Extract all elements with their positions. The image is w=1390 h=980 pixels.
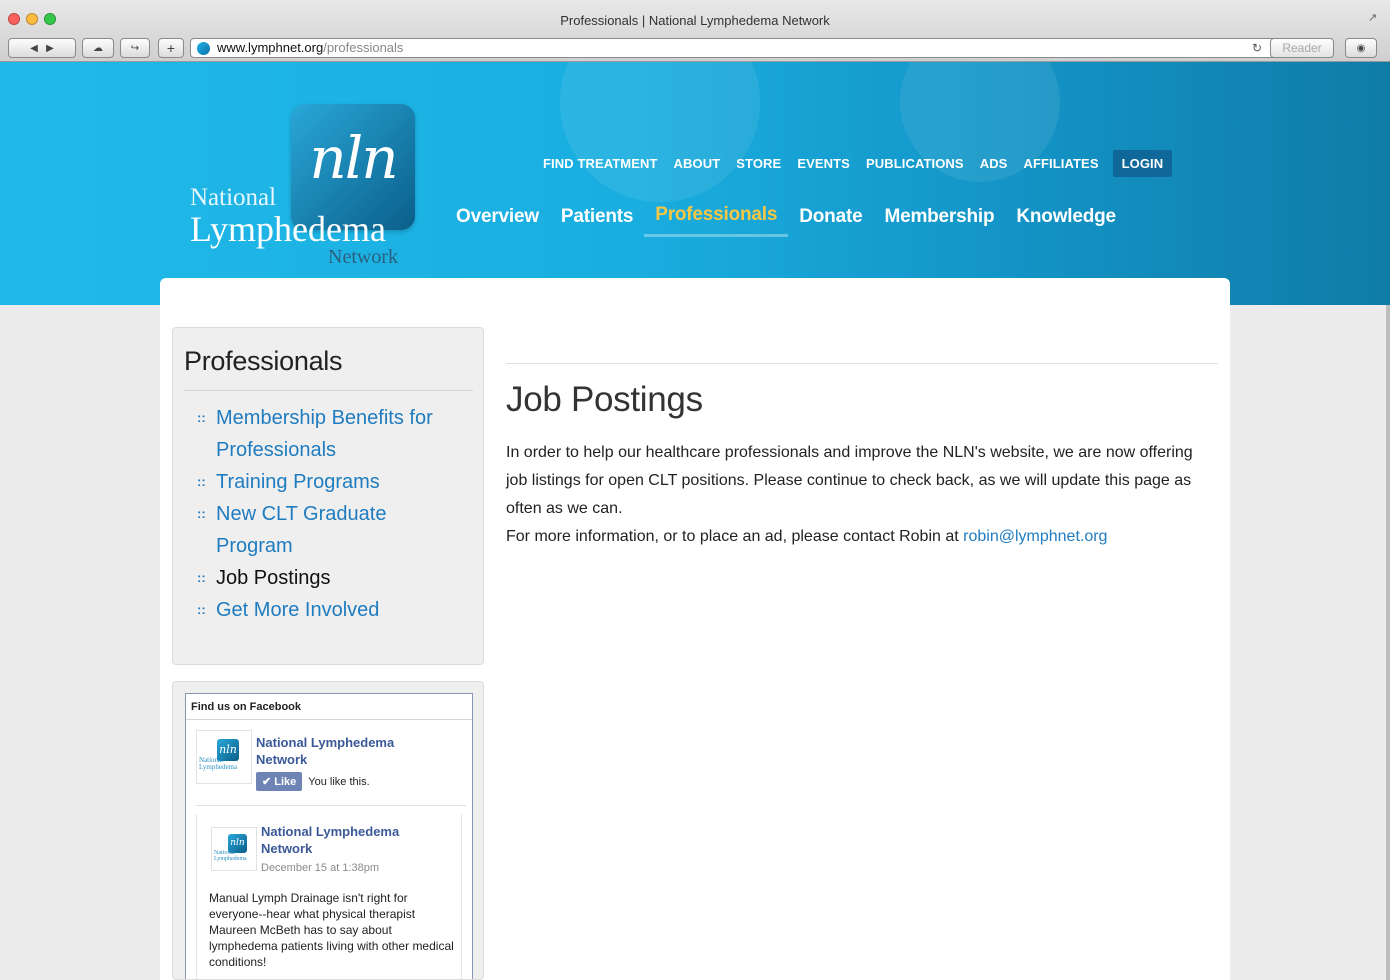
icloud-tabs-button[interactable]: ☁ bbox=[82, 38, 114, 58]
fullscreen-icon[interactable]: ↗ bbox=[1368, 11, 1382, 25]
sidebar-link[interactable]: Get More Involved bbox=[216, 599, 379, 621]
favicon-icon bbox=[197, 42, 210, 55]
back-arrow-icon[interactable]: ◀ bbox=[30, 43, 38, 54]
nav-professionals[interactable]: Professionals bbox=[644, 200, 789, 237]
nav-ads[interactable]: ADS bbox=[972, 150, 1016, 177]
thumbnail-logo-text: National Lymphedema bbox=[199, 756, 238, 771]
reader-button[interactable]: Reader bbox=[1270, 38, 1334, 58]
share-icon: ↪ bbox=[130, 42, 140, 54]
browser-toolbar: ◀ ▶ ☁ ↪ + www.lymphnet.org/professionals… bbox=[0, 36, 1390, 60]
main-nav: Overview Patients Professionals Donate M… bbox=[445, 200, 1127, 237]
main-content: Job Postings In order to help our health… bbox=[506, 363, 1218, 551]
facebook-heading: Find us on Facebook bbox=[186, 694, 472, 720]
sidebar-item-new-clt-graduate[interactable]: :: New CLT Graduate Program bbox=[197, 498, 457, 562]
sidebar-divider bbox=[184, 390, 473, 391]
logo-text-lymphedema: Lymphedema bbox=[190, 209, 386, 249]
back-forward-buttons[interactable]: ◀ ▶ bbox=[8, 38, 76, 58]
header-decoration bbox=[560, 62, 760, 202]
plus-icon: + bbox=[166, 40, 176, 56]
facebook-page-summary: nln National Lymphedema National Lymphede… bbox=[196, 730, 462, 800]
like-status: You like this. bbox=[308, 775, 370, 788]
logo-mark: nln bbox=[309, 124, 398, 192]
new-tab-button[interactable]: + bbox=[158, 38, 184, 58]
bullet-icon: :: bbox=[197, 602, 206, 617]
content-divider bbox=[506, 363, 1218, 364]
sidebar-item-job-postings[interactable]: :: Job Postings bbox=[197, 562, 457, 594]
bullet-icon: :: bbox=[197, 506, 206, 521]
cloud-icon: ☁ bbox=[93, 42, 103, 54]
site-logo[interactable]: nln National Lymphedema Network bbox=[190, 102, 420, 272]
facebook-post-text: Manual Lymph Drainage isn't right for ev… bbox=[209, 891, 454, 969]
facebook-post: nln National Lymphedema National Lymphede… bbox=[196, 814, 462, 979]
contact-paragraph: For more information, or to place an ad,… bbox=[506, 523, 1218, 551]
sidebar-link[interactable]: Job Postings bbox=[216, 567, 331, 589]
facebook-widget: Find us on Facebook nln National Lymphede… bbox=[172, 681, 484, 980]
downloads-icon: ◉ bbox=[1356, 42, 1366, 54]
url-path: /professionals bbox=[323, 40, 404, 55]
logo-text-network: Network bbox=[328, 246, 398, 268]
facebook-page-name[interactable]: National Lymphedema Network bbox=[256, 734, 446, 768]
nav-membership[interactable]: Membership bbox=[873, 202, 1005, 236]
nav-events[interactable]: EVENTS bbox=[789, 150, 858, 177]
facebook-like-row: ✔ Like You like this. bbox=[256, 772, 370, 791]
sidebar-item-training-programs[interactable]: :: Training Programs bbox=[197, 466, 457, 498]
sidebar-link[interactable]: Membership Benefits for Professionals bbox=[216, 407, 433, 461]
page-title: Job Postings bbox=[506, 380, 703, 419]
bullet-icon: :: bbox=[197, 410, 206, 425]
facebook-post-date[interactable]: December 15 at 1:38pm bbox=[261, 862, 379, 874]
login-button[interactable]: LOGIN bbox=[1112, 150, 1173, 177]
share-button[interactable]: ↪ bbox=[120, 38, 150, 58]
utility-nav: FIND TREATMENT ABOUT STORE EVENTS PUBLIC… bbox=[535, 150, 1173, 177]
intro-paragraph: In order to help our healthcare professi… bbox=[506, 444, 1193, 517]
nav-affiliates[interactable]: AFFILIATES bbox=[1015, 150, 1106, 177]
nav-store[interactable]: STORE bbox=[728, 150, 789, 177]
reload-icon[interactable]: ↻ bbox=[1252, 41, 1262, 55]
bullet-icon: :: bbox=[197, 474, 206, 489]
sidebar-links: :: Membership Benefits for Professionals… bbox=[197, 402, 457, 626]
sidebar-title: Professionals bbox=[184, 346, 343, 376]
facebook-divider bbox=[196, 805, 466, 806]
facebook-post-author[interactable]: National Lymphedema Network bbox=[261, 823, 451, 857]
nav-donate[interactable]: Donate bbox=[788, 202, 873, 236]
browser-chrome: Professionals | National Lymphedema Netw… bbox=[0, 0, 1390, 62]
sidebar-link[interactable]: New CLT Graduate Program bbox=[216, 503, 386, 557]
forward-arrow-icon[interactable]: ▶ bbox=[46, 43, 54, 54]
url-host: www.lymphnet.org bbox=[217, 40, 324, 55]
downloads-button[interactable]: ◉ bbox=[1345, 38, 1377, 58]
nav-about[interactable]: ABOUT bbox=[666, 150, 729, 177]
nav-knowledge[interactable]: Knowledge bbox=[1005, 202, 1127, 236]
window-edge bbox=[1386, 305, 1390, 980]
nav-publications[interactable]: PUBLICATIONS bbox=[858, 150, 972, 177]
facebook-page-thumbnail[interactable]: nln National Lymphedema bbox=[196, 730, 252, 784]
nav-overview[interactable]: Overview bbox=[445, 202, 550, 236]
thumbnail-logo-text: National Lymphedema bbox=[214, 850, 247, 862]
sidebar-link[interactable]: Training Programs bbox=[216, 471, 380, 493]
site-header: nln National Lymphedema Network FIND TRE… bbox=[0, 62, 1390, 305]
window-title: Professionals | National Lymphedema Netw… bbox=[560, 13, 830, 28]
sidebar-item-membership-benefits[interactable]: :: Membership Benefits for Professionals bbox=[197, 402, 457, 466]
address-bar[interactable]: www.lymphnet.org/professionals bbox=[190, 38, 1280, 58]
facebook-like-button[interactable]: ✔ Like bbox=[256, 772, 303, 791]
nav-find-treatment[interactable]: FIND TREATMENT bbox=[535, 150, 666, 177]
contact-text: For more information, or to place an ad,… bbox=[506, 528, 964, 545]
checkmark-icon: ✔ bbox=[262, 776, 272, 788]
facebook-post-thumbnail[interactable]: nln National Lymphedema bbox=[211, 827, 257, 871]
sidebar-menu: Professionals :: Membership Benefits for… bbox=[172, 327, 484, 665]
bullet-icon: :: bbox=[197, 570, 206, 585]
nav-patients[interactable]: Patients bbox=[550, 202, 644, 236]
facebook-like-box: Find us on Facebook nln National Lymphede… bbox=[185, 693, 473, 979]
contact-email-link[interactable]: robin@lymphnet.org bbox=[963, 528, 1107, 545]
sidebar-item-get-more-involved[interactable]: :: Get More Involved bbox=[197, 594, 457, 626]
content-card: Professionals :: Membership Benefits for… bbox=[160, 278, 1230, 980]
